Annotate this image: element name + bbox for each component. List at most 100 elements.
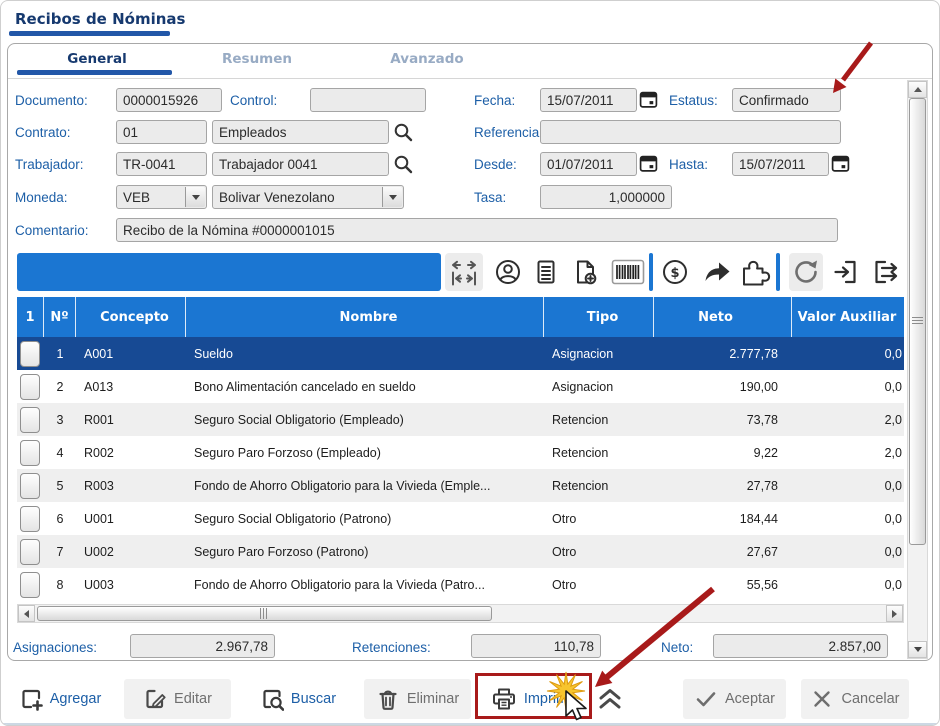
row-select-button[interactable] <box>20 373 40 400</box>
page-title: Recibos de Nóminas <box>15 10 186 28</box>
referencia-input[interactable] <box>540 120 841 144</box>
table-row[interactable]: 3 R001 Seguro Social Obligatorio (Empleado… <box>17 403 904 436</box>
v-scroll-track[interactable] <box>908 98 927 641</box>
h-scroll-thumb[interactable] <box>37 606 492 621</box>
plugin-puzzle-icon[interactable] <box>740 253 774 291</box>
table-body: 1 A001 Sueldo Asignacion 2.777,78 0,0 2 A013 Bon… <box>17 337 904 601</box>
check-icon <box>694 687 718 711</box>
barcode-icon[interactable] <box>611 253 645 291</box>
column-header[interactable]: 1 <box>17 297 44 337</box>
close-x-icon <box>810 687 834 711</box>
contrato-name-input[interactable]: Empleados <box>212 120 389 144</box>
row-select-button[interactable] <box>20 472 40 499</box>
fit-width-icon[interactable] <box>445 253 483 291</box>
table-row[interactable]: 6 U001 Seguro Social Obligatorio (Patrono)… <box>17 502 904 535</box>
moneda-label: Moneda: <box>15 190 68 205</box>
cell-numero: 7 <box>56 544 64 559</box>
search-icon[interactable] <box>393 154 413 174</box>
scroll-up-button[interactable] <box>908 81 927 98</box>
table-row[interactable]: 2 A013 Bono Alimentación cancelado en suel… <box>17 370 904 403</box>
h-scroll-track[interactable] <box>35 605 886 622</box>
v-scroll-thumb[interactable] <box>909 98 926 545</box>
scroll-right-button[interactable] <box>886 605 903 622</box>
forward-arrow-icon[interactable] <box>701 253 733 291</box>
row-select-button[interactable] <box>20 406 40 433</box>
export-icon[interactable] <box>867 253 901 291</box>
estatus-input[interactable]: Confirmado <box>732 88 841 112</box>
double-chevron-up-icon[interactable] <box>595 685 625 712</box>
cell-numero: 3 <box>56 412 64 427</box>
moneda-code-dropdown-button[interactable] <box>185 187 205 207</box>
cancelar-button[interactable]: Cancelar <box>801 679 909 719</box>
tabs-divider <box>8 78 932 79</box>
aceptar-label: Aceptar <box>725 691 775 707</box>
toolbar-filter-bar[interactable] <box>17 253 441 291</box>
scroll-down-button[interactable] <box>908 641 927 658</box>
column-header[interactable]: Concepto <box>76 297 186 337</box>
row-select-button[interactable] <box>20 538 40 565</box>
document-icon[interactable] <box>530 253 562 291</box>
tab-avanzado[interactable]: Avanzado <box>337 49 517 69</box>
buscar-button[interactable]: Buscar <box>248 679 348 719</box>
refresh-icon[interactable] <box>789 253 823 291</box>
tab-resumen[interactable]: Resumen <box>177 49 337 69</box>
row-select-button[interactable] <box>20 571 40 598</box>
contrato-label: Contrato: <box>15 125 71 140</box>
column-header[interactable]: Nº <box>44 297 76 337</box>
contrato-code-input[interactable]: 01 <box>116 120 207 144</box>
table-row[interactable]: 5 R003 Fondo de Ahorro Obligatorio para la… <box>17 469 904 502</box>
moneda-name-select[interactable]: Bolivar Venezolano <box>212 185 404 209</box>
cell-valor-auxiliar: 0,0 <box>884 478 902 493</box>
fecha-input[interactable]: 15/07/2011 <box>540 88 637 112</box>
table-row[interactable]: 1 A001 Sueldo Asignacion 2.777,78 0,0 <box>17 337 904 370</box>
svg-text:$: $ <box>670 266 679 281</box>
row-cell-selector <box>17 535 44 568</box>
moneda-code-select[interactable]: VEB <box>116 185 207 209</box>
editar-button[interactable]: Editar <box>124 679 231 719</box>
row-select-button[interactable] <box>20 439 40 466</box>
row-select-button[interactable] <box>20 340 40 367</box>
panel-v-scrollbar[interactable] <box>907 80 928 659</box>
toolbar-separator <box>649 253 653 291</box>
currency-dollar-icon[interactable]: $ <box>659 253 691 291</box>
table-row[interactable]: 8 U003 Fondo de Ahorro Obligatorio para la… <box>17 568 904 601</box>
control-input[interactable] <box>310 88 426 112</box>
row-cell-selector <box>17 436 44 469</box>
imprimir-label: Imprimir <box>523 691 577 707</box>
column-header[interactable]: Neto <box>654 297 792 337</box>
tasa-input[interactable]: 1,000000 <box>540 185 672 209</box>
table-row[interactable]: 4 R002 Seguro Paro Forzoso (Empleado) Reten… <box>17 436 904 469</box>
desde-input[interactable]: 01/07/2011 <box>540 152 637 176</box>
column-header[interactable]: Nombre <box>186 297 544 337</box>
document-add-icon[interactable] <box>569 253 601 291</box>
agregar-button[interactable]: Agregar <box>9 679 111 719</box>
tab-general[interactable]: General <box>17 49 177 69</box>
table-row[interactable]: 7 U002 Seguro Paro Forzoso (Patrono) Otro 27… <box>17 535 904 568</box>
cell-nombre: Fondo de Ahorro Obligatorio para la Vivi… <box>194 478 491 493</box>
cell-nombre: Seguro Paro Forzoso (Patrono) <box>194 544 369 559</box>
calendar-icon[interactable] <box>639 90 658 109</box>
documento-input[interactable]: 0000015926 <box>116 88 222 112</box>
cell-tipo: Retencion <box>552 478 609 493</box>
moneda-name-dropdown-button[interactable] <box>382 187 402 207</box>
aceptar-button[interactable]: Aceptar <box>683 679 786 719</box>
hasta-input[interactable]: 15/07/2011 <box>732 152 829 176</box>
search-icon[interactable] <box>393 122 413 142</box>
calendar-icon[interactable] <box>639 154 658 173</box>
table-h-scrollbar[interactable] <box>17 604 904 623</box>
retenciones-label: Retenciones: <box>352 640 431 655</box>
scroll-left-button[interactable] <box>18 605 35 622</box>
row-select-button[interactable] <box>20 505 40 532</box>
imprimir-button[interactable]: Imprimir <box>481 679 586 719</box>
import-icon[interactable] <box>831 253 863 291</box>
active-tab-underline <box>17 70 172 75</box>
calendar-icon[interactable] <box>831 154 850 173</box>
cell-valor-auxiliar: 0,0 <box>884 379 902 394</box>
column-header[interactable]: Valor Auxiliar <box>792 297 904 337</box>
eliminar-button[interactable]: Eliminar <box>364 679 471 719</box>
comentario-input[interactable]: Recibo de la Nómina #0000001015 <box>116 218 838 242</box>
column-header[interactable]: Tipo <box>544 297 654 337</box>
trabajador-code-input[interactable]: TR-0041 <box>116 152 207 176</box>
user-icon[interactable] <box>492 253 524 291</box>
trabajador-name-input[interactable]: Trabajador 0041 <box>212 152 389 176</box>
